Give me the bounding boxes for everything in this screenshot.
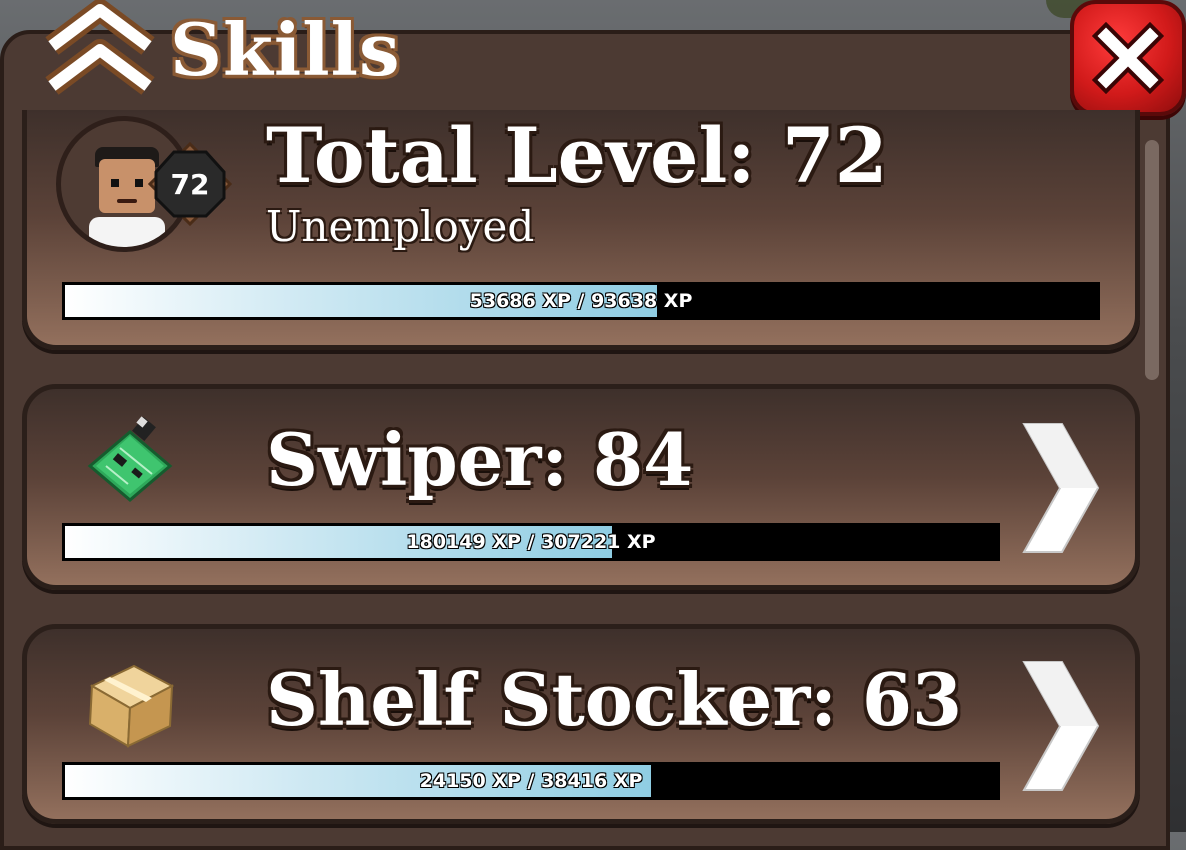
chevron-right-icon: [1022, 423, 1100, 553]
double-chevron-up-icon: [44, 0, 156, 100]
level-badge-number: 72: [170, 167, 210, 201]
skill-xp-bar-shelf-stocker: 24150 XP / 38416 XP: [62, 762, 1000, 800]
skill-xp-text-swiper: 180149 XP / 307221 XP: [406, 531, 656, 553]
cardboard-box-icon: [80, 652, 180, 752]
close-button[interactable]: [1070, 0, 1186, 116]
job-title: Unemployed: [266, 202, 535, 251]
page-title: Skills: [170, 7, 401, 92]
close-icon: [1092, 22, 1164, 94]
total-level-title: Total Level: 72: [266, 111, 888, 200]
total-xp-text: 53686 XP / 93638 XP: [469, 290, 693, 312]
skill-xp-bar-swiper: 180149 XP / 307221 XP: [62, 523, 1000, 561]
skill-title-swiper: Swiper: 84: [266, 417, 694, 502]
scrollbar[interactable]: [1145, 140, 1159, 380]
skill-title-shelf-stocker: Shelf Stocker: 63: [266, 657, 963, 742]
chevron-right-icon: [1022, 661, 1100, 791]
panel-header: Skills: [44, 0, 400, 100]
circuit-board-icon: [80, 414, 180, 514]
level-badge: 72: [147, 141, 233, 227]
skill-details-arrow-shelf-stocker[interactable]: [1018, 656, 1104, 796]
skill-xp-text-shelf-stocker: 24150 XP / 38416 XP: [419, 770, 643, 792]
skill-details-arrow-swiper[interactable]: [1018, 418, 1104, 558]
total-xp-bar: 53686 XP / 93638 XP: [62, 282, 1100, 320]
